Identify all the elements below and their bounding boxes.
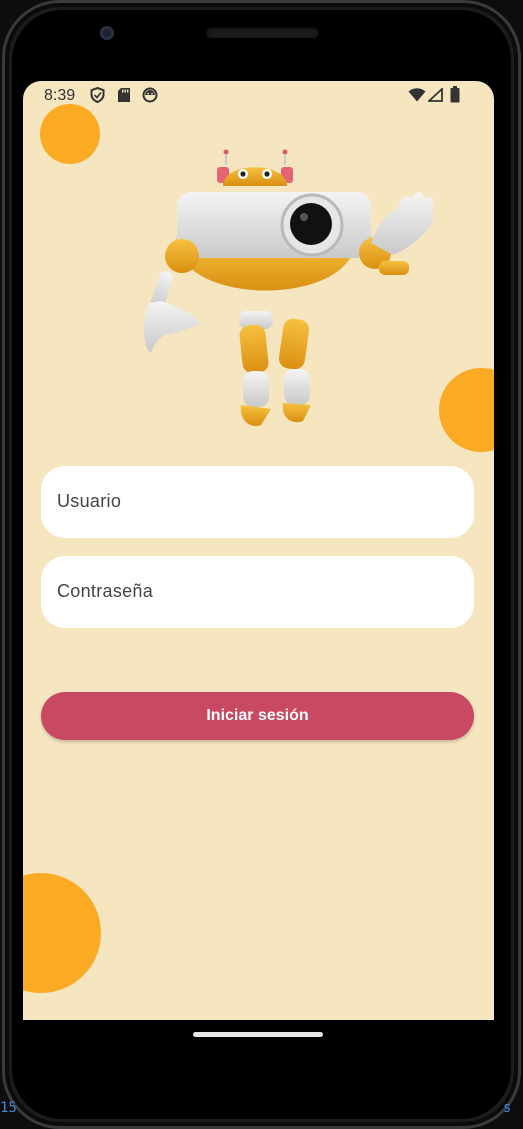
android-icon [142, 87, 158, 103]
status-time: 8:39 [44, 87, 76, 104]
password-placeholder: Contraseña [57, 581, 154, 601]
robot-illustration [121, 143, 440, 443]
decor-circle-bottom-left [23, 873, 101, 993]
sd-card-icon [118, 88, 130, 102]
edge-text-left: 15 [0, 1100, 17, 1116]
status-bar: 8:39 [23, 81, 494, 109]
shield-icon [90, 87, 105, 103]
navigation-bar [23, 1020, 494, 1060]
username-placeholder: Usuario [57, 491, 122, 511]
signal-icon [428, 88, 443, 102]
app-screen: 8:39 Usuario Contraseña Iniciar sesión [23, 81, 494, 1020]
earpiece-speaker [206, 27, 319, 38]
password-field[interactable]: Contraseña [41, 556, 474, 628]
battery-icon [450, 86, 460, 103]
wifi-icon [408, 88, 426, 102]
login-button[interactable]: Iniciar sesión [41, 692, 474, 740]
front-camera [100, 26, 114, 40]
decor-circle-right [439, 368, 494, 452]
edge-text-right: s [503, 1100, 512, 1116]
robot-icon [143, 149, 440, 427]
decor-circle-top-left [40, 104, 100, 164]
username-field[interactable]: Usuario [41, 466, 474, 538]
home-gesture-handle[interactable] [193, 1032, 323, 1037]
